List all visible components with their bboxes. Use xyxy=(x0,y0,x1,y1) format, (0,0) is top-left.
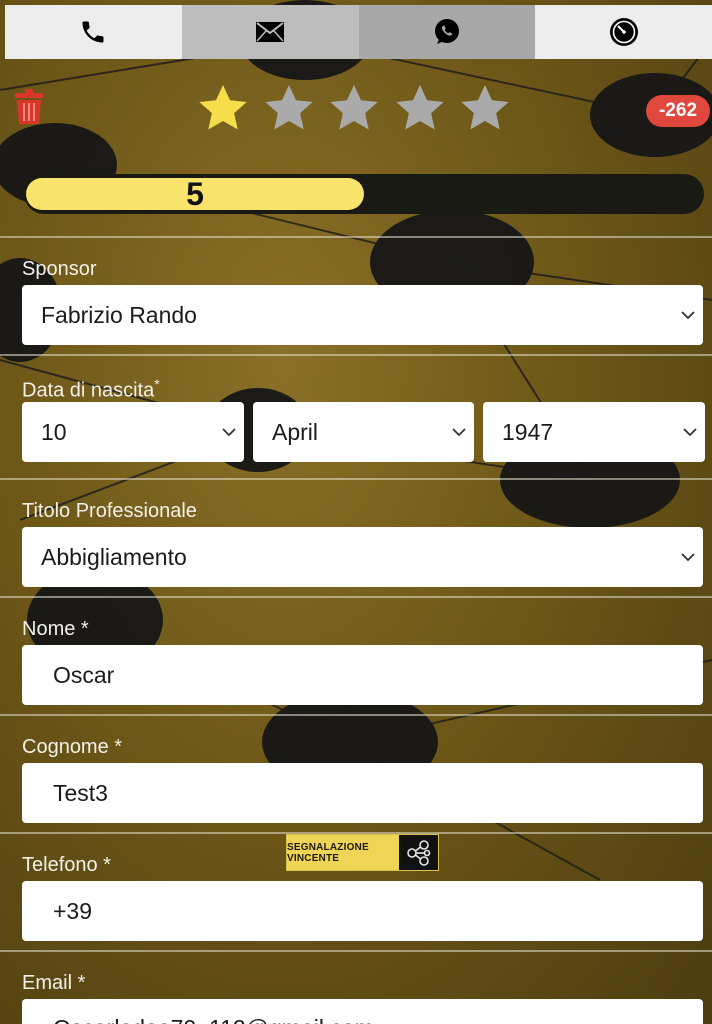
chevron-down-icon xyxy=(683,427,697,436)
divider xyxy=(0,236,712,238)
phone-input[interactable]: +39 xyxy=(22,881,703,941)
star-empty-icon[interactable] xyxy=(456,79,514,137)
chevron-down-icon xyxy=(681,310,695,319)
promo-logo[interactable]: SEGNALAZIONE VINCENTE xyxy=(286,834,439,871)
chevron-down-icon xyxy=(222,427,236,436)
score-badge: -262 xyxy=(646,95,710,127)
birthdate-label: Data di nascita* xyxy=(22,376,160,402)
job-title-label: Titolo Professionale xyxy=(22,500,197,522)
star-empty-icon[interactable] xyxy=(325,79,383,137)
rating-stars xyxy=(194,78,514,138)
last-name-value: Test3 xyxy=(53,779,108,806)
whatsapp-icon xyxy=(434,19,459,44)
email-label: Email * xyxy=(22,972,86,994)
star-filled-icon[interactable] xyxy=(194,79,252,137)
birth-year-value: 1947 xyxy=(502,418,554,445)
phone-value: +39 xyxy=(53,897,93,924)
tab-whatsapp[interactable] xyxy=(358,5,536,59)
email-value: Oscarlodeo70_112@gmail.com xyxy=(53,1015,703,1024)
phone-icon xyxy=(82,21,104,43)
birth-year-select[interactable]: 1947 xyxy=(483,402,705,462)
birth-day-select[interactable]: 10 xyxy=(22,402,244,462)
job-title-select[interactable]: Abbigliamento xyxy=(22,527,703,587)
promo-logo-text: SEGNALAZIONE VINCENTE xyxy=(287,835,399,870)
trash-icon xyxy=(15,89,43,124)
divider xyxy=(0,354,712,356)
birth-month-select[interactable]: April xyxy=(253,402,474,462)
sponsor-value: Fabrizio Rando xyxy=(41,301,197,328)
email-input[interactable]: Oscarlodeo70_112@gmail.com xyxy=(22,999,703,1024)
chevron-down-icon xyxy=(452,427,466,436)
tab-timer[interactable] xyxy=(535,5,712,59)
last-name-label: Cognome * xyxy=(22,736,123,758)
first-name-value: Oscar xyxy=(53,661,115,688)
timer-icon xyxy=(609,18,638,46)
star-empty-icon[interactable] xyxy=(260,79,318,137)
first-name-input[interactable]: Oscar xyxy=(22,645,703,705)
sponsor-label: Sponsor xyxy=(22,258,97,280)
tab-phone[interactable] xyxy=(5,5,182,59)
delete-button[interactable] xyxy=(14,88,44,126)
tab-mail[interactable] xyxy=(181,5,359,59)
last-name-input[interactable]: Test3 xyxy=(22,763,703,823)
share-network-icon xyxy=(407,839,431,866)
sponsor-select[interactable]: Fabrizio Rando xyxy=(22,285,703,345)
chevron-down-icon xyxy=(681,552,695,561)
progress-value: 5 xyxy=(186,175,204,212)
star-empty-icon[interactable] xyxy=(391,79,449,137)
birth-day-value: 10 xyxy=(41,418,67,445)
divider xyxy=(0,714,712,716)
birth-month-value: April xyxy=(272,418,319,445)
divider xyxy=(0,478,712,480)
first-name-label: Nome * xyxy=(22,618,89,640)
divider xyxy=(0,596,712,598)
job-title-value: Abbigliamento xyxy=(41,543,187,570)
mail-icon xyxy=(256,22,285,42)
progress-bar xyxy=(24,174,704,214)
contact-tab-bar xyxy=(5,5,712,59)
phone-label: Telefono * xyxy=(22,854,111,876)
divider xyxy=(0,950,712,952)
